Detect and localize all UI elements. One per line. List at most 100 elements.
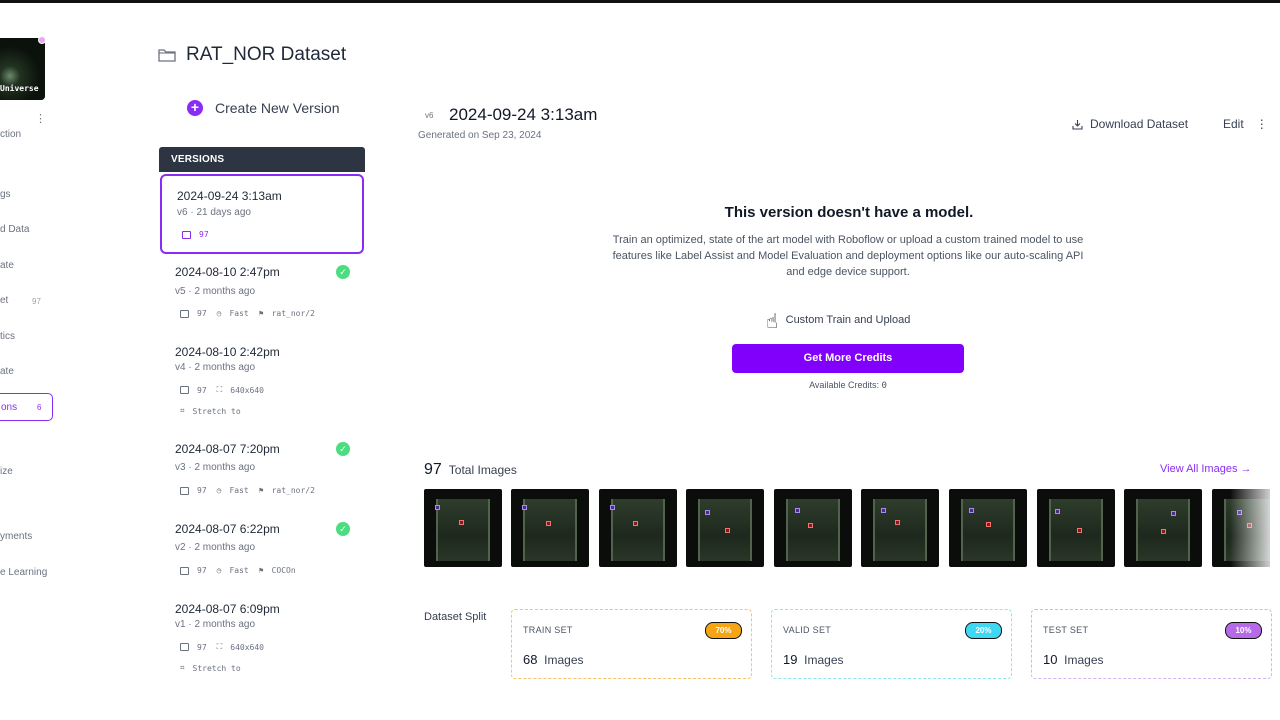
project-thumbnail-text: Universe xyxy=(0,84,39,93)
image-icon xyxy=(180,386,189,394)
dataset-title: RAT_NOR Dataset xyxy=(158,44,346,66)
nav-item-4-count: 97 xyxy=(32,297,41,306)
download-icon xyxy=(1072,119,1083,130)
image-icon xyxy=(180,486,189,495)
resize-icon: ⛶ xyxy=(216,385,223,394)
flag-icon: ⚑ xyxy=(258,566,264,575)
version-tags-extra: ⌗ Stretch to xyxy=(180,663,241,673)
split-name: VALID SET xyxy=(783,625,832,635)
version-card-v3[interactable]: 2024-08-07 7:20pm ✓ v3 · 2 months ago 97… xyxy=(160,434,364,510)
image-count: 97 xyxy=(197,309,207,318)
version-tags: 97 xyxy=(182,230,209,239)
image-icon xyxy=(180,309,189,318)
image-thumbnail[interactable] xyxy=(949,489,1027,567)
resize-value: 640x640 xyxy=(230,642,264,652)
split-count: 19 Images xyxy=(783,652,844,667)
image-thumbnail[interactable] xyxy=(424,489,502,567)
image-thumbnail[interactable] xyxy=(1037,489,1115,567)
dataset-split-label: Dataset Split xyxy=(424,611,487,623)
available-credits-label: Available Credits: xyxy=(809,380,879,390)
split-name: TEST SET xyxy=(1043,625,1089,635)
version-meta: v6 · 21 days ago xyxy=(177,207,251,218)
image-thumbnail[interactable] xyxy=(1124,489,1202,567)
view-all-images-link[interactable]: View All Images → xyxy=(1160,463,1252,475)
image-count: 97 xyxy=(197,566,207,575)
edit-label: Edit xyxy=(1223,117,1244,131)
more-icon[interactable]: ⋮ xyxy=(35,112,46,125)
image-icon xyxy=(180,643,189,651)
version-date: 2024-08-07 7:20pm xyxy=(175,442,280,456)
nav-item-4[interactable]: et xyxy=(0,295,8,306)
nav-item-6[interactable]: ate xyxy=(0,366,14,377)
create-version-button[interactable]: + Create New Version xyxy=(187,100,340,116)
image-count: 97 xyxy=(199,230,209,239)
crop-icon: ⌗ xyxy=(180,406,185,415)
split-count-unit: Images xyxy=(544,653,584,667)
get-more-credits-button[interactable]: Get More Credits xyxy=(732,344,964,373)
resize-value: 640x640 xyxy=(230,385,264,395)
image-count: 97 xyxy=(197,486,207,495)
nav-item-3[interactable]: ate xyxy=(0,260,14,271)
version-card-v1[interactable]: 2024-08-07 6:09pm v1 · 2 months ago 97 ⛶… xyxy=(160,594,364,684)
split-count: 10 Images xyxy=(1043,652,1104,667)
image-thumbnail[interactable] xyxy=(511,489,589,567)
download-dataset-button[interactable]: Download Dataset xyxy=(1072,117,1188,131)
no-model-description: Train an optimized, state of the art mod… xyxy=(612,234,1084,278)
version-card-v2[interactable]: 2024-08-07 6:22pm ✓ v2 · 2 months ago 97… xyxy=(160,514,364,590)
split-count-unit: Images xyxy=(804,653,844,667)
version-meta: v1 · 2 months ago xyxy=(175,619,256,630)
nav-item-versions-label: ons xyxy=(1,402,18,413)
edit-button[interactable]: Edit ⋮ xyxy=(1223,117,1268,131)
image-icon xyxy=(180,566,189,575)
available-credits-value: 0 xyxy=(881,381,887,391)
split-percent-badge: 10% xyxy=(1225,622,1262,639)
image-thumbnail[interactable] xyxy=(686,489,764,567)
nav-item-10[interactable]: e Learning xyxy=(0,567,47,578)
timer-icon: ◷ xyxy=(216,566,222,575)
more-icon[interactable]: ⋮ xyxy=(1256,117,1268,131)
image-thumbnail[interactable] xyxy=(861,489,939,567)
version-card-v5[interactable]: 2024-08-10 2:47pm ✓ v5 · 2 months ago 97… xyxy=(160,256,364,332)
flag-icon: ⚑ xyxy=(258,309,264,318)
image-thumbnail[interactable] xyxy=(774,489,852,567)
image-thumbnails xyxy=(424,489,1270,567)
nav-item-9[interactable]: yments xyxy=(0,531,32,542)
version-card-v4[interactable]: 2024-08-10 2:42pm v4 · 2 months ago 97 ⛶… xyxy=(160,336,364,426)
flag-icon: ⚑ xyxy=(258,486,264,495)
version-badge: v6 xyxy=(425,111,434,120)
version-meta: v5 · 2 months ago xyxy=(175,286,256,297)
image-icon xyxy=(182,230,191,239)
split-name: TRAIN SET xyxy=(523,625,573,635)
nav-item-5[interactable]: tics xyxy=(0,331,15,342)
split-count-value: 19 xyxy=(783,652,798,667)
version-tags: 97 ⛶ 640x640 xyxy=(180,385,264,395)
nav-item-8[interactable]: ize xyxy=(0,466,13,477)
check-icon: ✓ xyxy=(336,442,350,456)
nav-item-0[interactable]: ction xyxy=(0,129,21,140)
version-card-v6[interactable]: 2024-09-24 3:13am v6 · 21 days ago 97 xyxy=(160,174,364,254)
model-name: rat_nor/2 xyxy=(271,486,315,495)
version-date: 2024-08-07 6:09pm xyxy=(175,602,280,616)
model-name: COCOn xyxy=(271,566,296,575)
no-model-title: This version doesn't have a model. xyxy=(724,204,974,221)
train-speed: Fast xyxy=(229,486,249,495)
left-nav: Universe ⋮ ction gs d Data ate et 97 tic… xyxy=(0,0,60,720)
split-count: 68 Images xyxy=(523,652,584,667)
project-thumbnail[interactable]: Universe xyxy=(0,38,45,100)
image-thumbnail[interactable] xyxy=(599,489,677,567)
check-icon: ✓ xyxy=(336,522,350,536)
version-meta: v2 · 2 months ago xyxy=(175,542,256,553)
nav-item-versions-count: 6 xyxy=(37,403,42,412)
version-meta: v4 · 2 months ago xyxy=(175,362,256,373)
top-bar xyxy=(0,0,1280,3)
version-tags: 97 ◷ Fast ⚑ rat_nor/2 xyxy=(180,309,315,318)
nav-item-1[interactable]: gs xyxy=(0,189,11,200)
check-icon: ✓ xyxy=(336,265,350,279)
create-version-label: Create New Version xyxy=(215,100,340,116)
thumbnail-fade xyxy=(1230,489,1280,567)
resize-mode: Stretch to xyxy=(192,663,241,673)
version-date: 2024-09-24 3:13am xyxy=(177,189,282,203)
nav-item-2[interactable]: d Data xyxy=(0,224,29,235)
model-name: rat_nor/2 xyxy=(271,309,315,318)
nav-item-versions[interactable]: ons 6 xyxy=(0,393,53,421)
